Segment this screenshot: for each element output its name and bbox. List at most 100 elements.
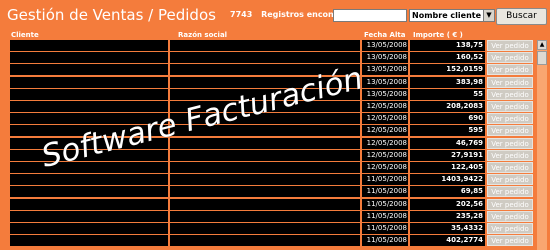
table-row: 13/05/2008 160,52 Ver pedido (0, 52, 550, 64)
cell-razon-social (170, 88, 360, 100)
search-field-select-value: Nombre cliente (412, 11, 482, 20)
cell-razon-social (170, 198, 360, 210)
cell-fecha-alta: 11/05/2008 (362, 210, 408, 222)
cell-fecha-alta: 13/05/2008 (362, 88, 408, 100)
cell-razon-social (170, 149, 360, 161)
cell-cliente (10, 210, 168, 222)
cell-razon-social (170, 40, 360, 51)
cell-razon-social (170, 137, 360, 149)
cell-fecha-alta: 12/05/2008 (362, 162, 408, 173)
column-header-fecha-alta[interactable]: Fecha Alta (364, 31, 405, 39)
cell-fecha-alta: 12/05/2008 (362, 149, 408, 161)
view-order-button[interactable]: Ver pedido (487, 235, 533, 247)
cell-importe: 595 (410, 125, 485, 137)
cell-razon-social (170, 64, 360, 76)
scroll-up-arrow-icon[interactable]: ▲ (537, 40, 547, 50)
column-header-razon-social[interactable]: Razón social (178, 31, 227, 39)
cell-importe: 27,9191 (410, 149, 485, 161)
view-order-button[interactable]: Ver pedido (487, 125, 533, 137)
table-row: 13/05/2008 138,75 Ver pedido (0, 40, 550, 51)
column-header-cliente[interactable]: Cliente (11, 31, 39, 39)
record-count-number: 7743 (230, 10, 253, 19)
cell-importe: 160,52 (410, 52, 485, 64)
cell-cliente (10, 235, 168, 247)
cell-fecha-alta: 13/05/2008 (362, 40, 408, 51)
cell-cliente (10, 64, 168, 76)
table-row: 12/05/2008 595 Ver pedido (0, 125, 550, 137)
cell-razon-social (170, 162, 360, 173)
view-order-button[interactable]: Ver pedido (487, 113, 533, 125)
search-button[interactable]: Buscar (496, 8, 547, 25)
table-header: Cliente Razón social Fecha Alta Importe … (0, 30, 550, 40)
chevron-down-icon[interactable]: ▼ (483, 10, 494, 21)
view-order-button[interactable]: Ver pedido (487, 52, 533, 64)
cell-razon-social (170, 223, 360, 234)
cell-importe: 1403,9422 (410, 174, 485, 186)
table-row: 13/05/2008 152,0159 Ver pedido (0, 64, 550, 76)
cell-razon-social (170, 125, 360, 137)
search-input[interactable] (333, 9, 407, 22)
cell-fecha-alta: 13/05/2008 (362, 64, 408, 76)
cell-razon-social (170, 76, 360, 88)
cell-fecha-alta: 12/05/2008 (362, 137, 408, 149)
cell-fecha-alta: 11/05/2008 (362, 223, 408, 234)
cell-importe: 202,56 (410, 198, 485, 210)
cell-cliente (10, 223, 168, 234)
cell-importe: 690 (410, 113, 485, 125)
cell-cliente (10, 76, 168, 88)
cell-cliente (10, 186, 168, 198)
table-row: 13/05/2008 383,98 Ver pedido (0, 76, 550, 88)
view-order-button[interactable]: Ver pedido (487, 210, 533, 222)
cell-importe: 46,769 (410, 137, 485, 149)
view-order-button[interactable]: Ver pedido (487, 137, 533, 149)
cell-importe: 55 (410, 88, 485, 100)
cell-fecha-alta: 11/05/2008 (362, 174, 408, 186)
view-order-button[interactable]: Ver pedido (487, 198, 533, 210)
cell-razon-social (170, 235, 360, 247)
cell-importe: 69,85 (410, 186, 485, 198)
cell-razon-social (170, 186, 360, 198)
cell-razon-social (170, 52, 360, 64)
table-row: 12/05/2008 27,9191 Ver pedido (0, 149, 550, 161)
cell-razon-social (170, 101, 360, 112)
table-row: 11/05/2008 402,2774 Ver pedido (0, 235, 550, 247)
cell-fecha-alta: 12/05/2008 (362, 101, 408, 112)
table-row: 11/05/2008 35,4332 Ver pedido (0, 223, 550, 234)
table-row: 11/05/2008 202,56 Ver pedido (0, 198, 550, 210)
cell-fecha-alta: 13/05/2008 (362, 52, 408, 64)
table-row: 12/05/2008 208,2083 Ver pedido (0, 101, 550, 112)
top-bar: Gestión de Ventas / Pedidos 7743 Registr… (0, 0, 550, 29)
cell-fecha-alta: 12/05/2008 (362, 125, 408, 137)
view-order-button[interactable]: Ver pedido (487, 76, 533, 88)
view-order-button[interactable]: Ver pedido (487, 162, 533, 173)
table-row: 12/05/2008 690 Ver pedido (0, 113, 550, 125)
cell-fecha-alta: 12/05/2008 (362, 113, 408, 125)
cell-cliente (10, 174, 168, 186)
table-row: 11/05/2008 1403,9422 Ver pedido (0, 174, 550, 186)
table-row: 12/05/2008 122,405 Ver pedido (0, 162, 550, 173)
view-order-button[interactable]: Ver pedido (487, 40, 533, 51)
cell-importe: 138,75 (410, 40, 485, 51)
cell-fecha-alta: 11/05/2008 (362, 186, 408, 198)
cell-cliente (10, 162, 168, 173)
search-field-select[interactable]: Nombre cliente ▼ (409, 9, 495, 22)
view-order-button[interactable]: Ver pedido (487, 149, 533, 161)
page-title: Gestión de Ventas / Pedidos (7, 6, 216, 24)
table-row: 12/05/2008 46,769 Ver pedido (0, 137, 550, 149)
cell-importe: 402,2774 (410, 235, 485, 247)
view-order-button[interactable]: Ver pedido (487, 174, 533, 186)
cell-cliente (10, 137, 168, 149)
view-order-button[interactable]: Ver pedido (487, 223, 533, 234)
cell-fecha-alta: 11/05/2008 (362, 235, 408, 247)
view-order-button[interactable]: Ver pedido (487, 88, 533, 100)
vertical-scrollbar[interactable]: ▲ (537, 40, 547, 250)
cell-importe: 235,28 (410, 210, 485, 222)
cell-importe: 383,98 (410, 76, 485, 88)
view-order-button[interactable]: Ver pedido (487, 101, 533, 112)
view-order-button[interactable]: Ver pedido (487, 64, 533, 76)
column-header-importe[interactable]: Importe ( € ) (413, 31, 463, 39)
view-order-button[interactable]: Ver pedido (487, 186, 533, 198)
scroll-thumb[interactable] (537, 51, 547, 65)
cell-cliente (10, 149, 168, 161)
cell-cliente (10, 125, 168, 137)
